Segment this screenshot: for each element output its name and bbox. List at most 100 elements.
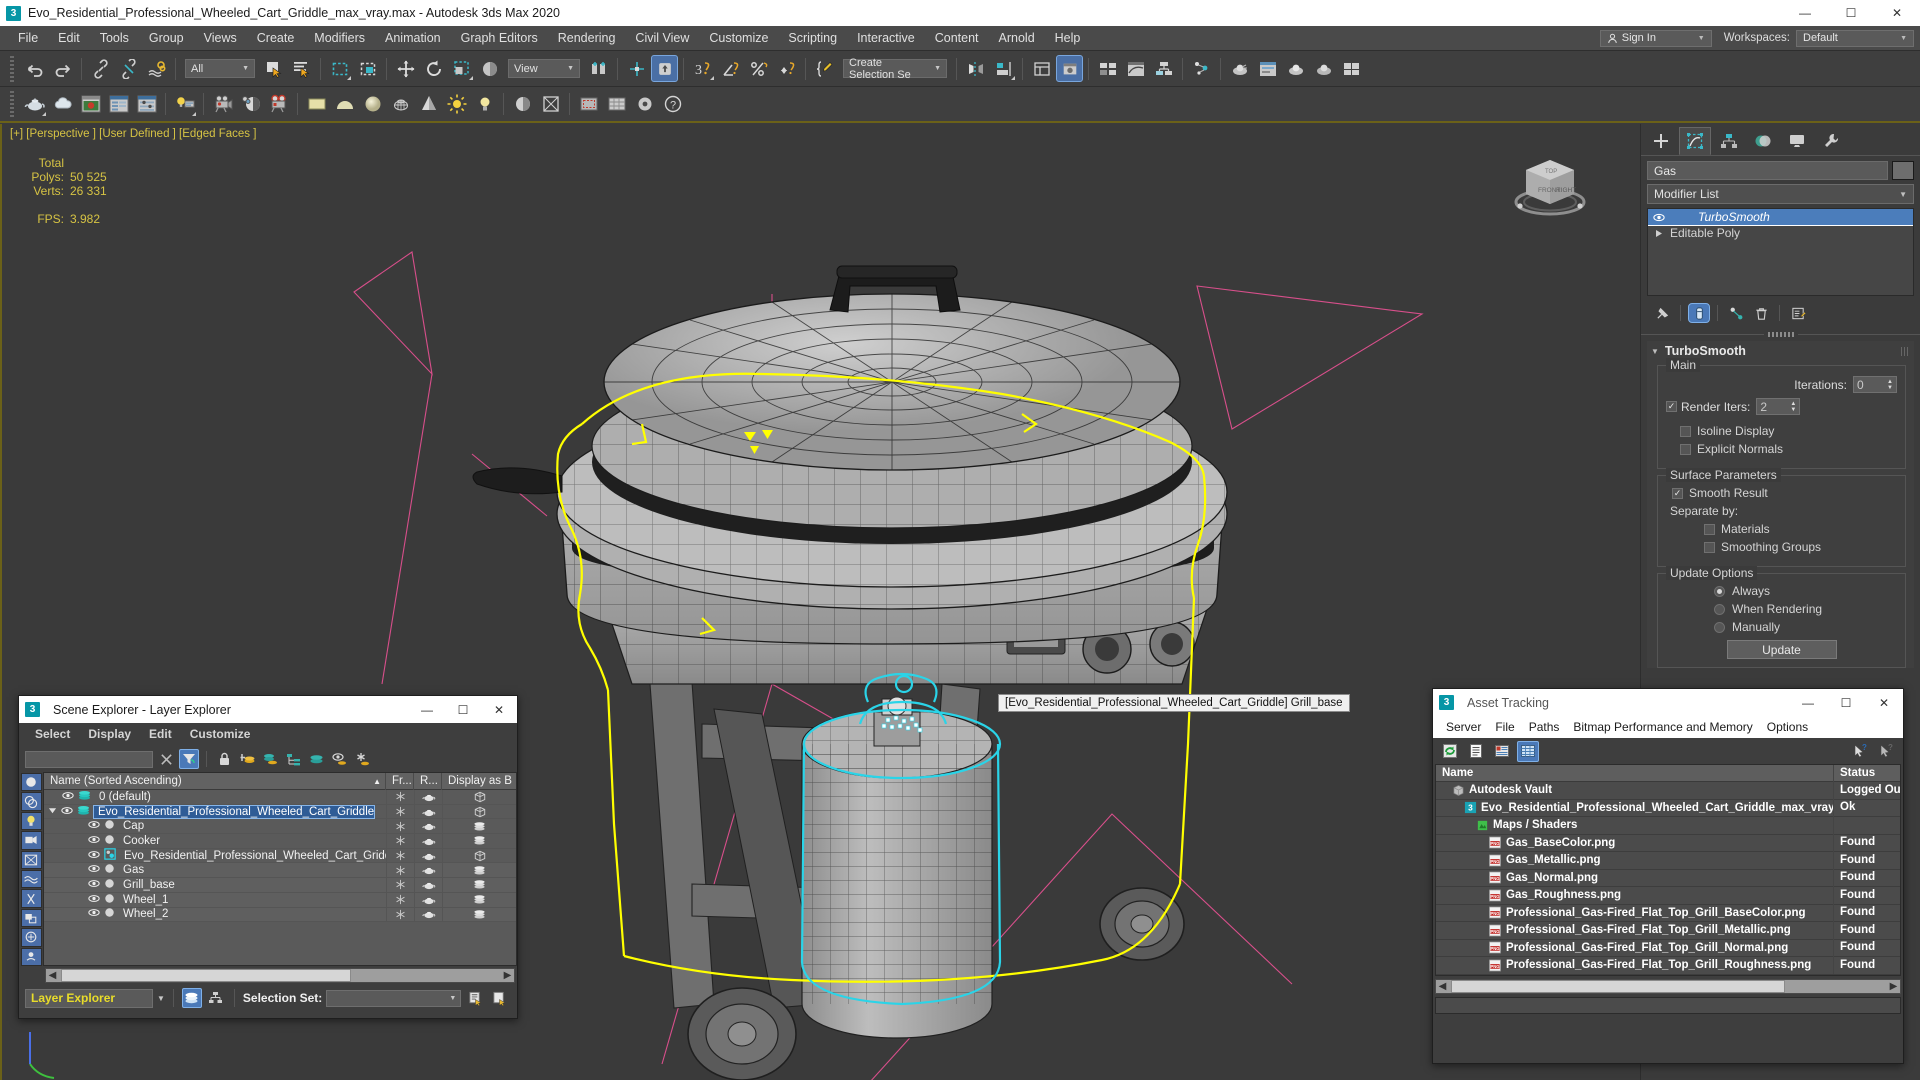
visibility-eye-icon[interactable] xyxy=(88,908,100,920)
search-input[interactable] xyxy=(25,750,153,768)
visibility-eye-icon[interactable] xyxy=(88,894,100,906)
window-crossing-toggle-icon[interactable] xyxy=(354,55,381,82)
visibility-eye-icon[interactable] xyxy=(61,806,73,818)
scroll-left-arrow-icon[interactable]: ◀ xyxy=(46,970,59,981)
scene-explorer-row[interactable]: Wheel_2 xyxy=(44,907,516,923)
magnet-snap-icon[interactable] xyxy=(631,91,658,118)
asset-tracking-row[interactable]: PNG Professional_Gas-Fired_Flat_Top_Grill… xyxy=(1436,956,1900,975)
se-menu-display[interactable]: Display xyxy=(80,723,139,746)
helpers-filter-icon[interactable] xyxy=(20,850,42,870)
environment-icon[interactable] xyxy=(237,91,264,118)
bind-to-space-warp-icon[interactable] xyxy=(143,55,170,82)
scroll-left-arrow-icon[interactable]: ◀ xyxy=(1436,981,1449,992)
scene-explorer-row[interactable]: Gas xyxy=(44,862,516,879)
scene-explorer-row[interactable]: Cap xyxy=(44,818,516,835)
modifier-stack[interactable]: TurboSmooth Editable Poly xyxy=(1647,208,1914,296)
menu-item-tools[interactable]: Tools xyxy=(90,26,139,51)
scene-explorer-row[interactable]: Evo_Residential_Professional_Wheeled_Car… xyxy=(44,848,516,864)
menu-item-graph-editors[interactable]: Graph Editors xyxy=(451,26,548,51)
menu-item-content[interactable]: Content xyxy=(925,26,989,51)
asset-tracking-row[interactable]: PNG Gas_Normal.png Found xyxy=(1436,869,1900,887)
display-tab[interactable] xyxy=(1781,127,1813,155)
materials-checkbox[interactable] xyxy=(1704,523,1715,535)
selection-filter-combo[interactable]: All ▼ xyxy=(185,59,255,78)
shapes-filter-icon[interactable] xyxy=(20,792,42,811)
scene-explorer-row[interactable]: Cooker xyxy=(44,833,516,849)
lock-icon[interactable] xyxy=(214,749,234,769)
freeze-toggle-icon[interactable] xyxy=(386,833,414,849)
geometry-filter-icon[interactable] xyxy=(20,773,42,792)
column-freeze-header[interactable]: Fr... xyxy=(386,773,414,790)
manually-radio[interactable] xyxy=(1714,621,1725,633)
material-editor-icon[interactable] xyxy=(1226,55,1253,82)
collapse-triangle-icon[interactable] xyxy=(48,806,57,818)
unlink-selection-icon[interactable] xyxy=(115,55,142,82)
scene-explorer-window[interactable]: 3 Scene Explorer - Layer Explorer — ☐ ✕ … xyxy=(18,695,518,1019)
isoline-display-row[interactable]: Isoline Display xyxy=(1666,424,1897,438)
renderable-toggle-icon[interactable] xyxy=(414,877,442,893)
maximize-button[interactable]: ☐ xyxy=(445,697,481,723)
close-button[interactable]: ✕ xyxy=(481,697,517,723)
display-as-box-toggle-icon[interactable] xyxy=(442,907,516,922)
clear-search-icon[interactable] xyxy=(156,749,176,769)
asset-tracking-grid[interactable]: Name Status Autodesk Vault Logged Ou 3 Evo_… xyxy=(1435,764,1901,976)
menu-item-help[interactable]: Help xyxy=(1045,26,1091,51)
scene-explorer-row[interactable]: Evo_Residential_Professional_Wheeled_Car… xyxy=(44,804,516,820)
details-view-icon[interactable] xyxy=(1491,741,1513,762)
percent-snap-toggle-icon[interactable] xyxy=(745,55,772,82)
spinner-arrows-icon[interactable]: ▲ ▼ xyxy=(1790,401,1796,413)
cone-primitive-icon[interactable] xyxy=(415,91,442,118)
remove-modifier-icon[interactable] xyxy=(1750,303,1772,323)
sun-light-icon[interactable] xyxy=(443,91,470,118)
named-selection-set-combo[interactable]: Create Selection Se ▼ xyxy=(843,57,947,81)
freeze-toggle-icon[interactable] xyxy=(386,818,414,834)
select-by-name-icon[interactable] xyxy=(288,55,315,82)
se-menu-customize[interactable]: Customize xyxy=(182,723,259,746)
cameras-filter-icon[interactable] xyxy=(20,831,42,850)
asset-tracking-row[interactable]: PNG Professional_Gas-Fired_Flat_Top_Grill… xyxy=(1436,921,1900,940)
pin-stack-icon[interactable] xyxy=(1651,303,1673,323)
display-as-box-toggle-icon[interactable] xyxy=(442,818,516,834)
panel-divider[interactable] xyxy=(1641,329,1920,339)
render-iters-checkbox[interactable]: ✓ xyxy=(1666,401,1677,412)
when-rendering-radio-row[interactable]: When Rendering xyxy=(1666,602,1897,616)
column-name-header[interactable]: Name xyxy=(1436,764,1834,782)
at-menu-server[interactable]: Server xyxy=(1439,716,1488,738)
scene-explorer-list[interactable]: Name (Sorted Ascending) ▲ Fr... R... Dis… xyxy=(43,772,517,966)
render-frame-window-icon[interactable] xyxy=(77,91,104,118)
visibility-eye-icon[interactable] xyxy=(88,864,100,876)
asset-tracking-row[interactable]: PNG Professional_Gas-Fired_Flat_Top_Grill… xyxy=(1436,939,1900,957)
renderable-toggle-icon[interactable] xyxy=(414,862,442,878)
filter-icon[interactable] xyxy=(179,749,199,769)
asset-tracking-row[interactable]: PNG Professional_Gas-Fired_Flat_Top_Grill… xyxy=(1436,904,1900,922)
render-in-cloud-icon[interactable] xyxy=(1338,55,1365,82)
explicit-normals-row[interactable]: Explicit Normals xyxy=(1666,442,1897,456)
visibility-eye-icon[interactable] xyxy=(88,879,100,891)
always-radio[interactable] xyxy=(1714,585,1725,597)
asset-tracking-row[interactable]: PNG Gas_Metallic.png Found xyxy=(1436,851,1900,870)
asset-tracking-row[interactable]: 3 Evo_Residential_Professional_Wheeled_Ca… xyxy=(1436,799,1900,817)
spinner-arrows-icon[interactable]: ▲ ▼ xyxy=(1887,379,1893,391)
helper-object-icon[interactable] xyxy=(509,91,536,118)
menu-item-modifiers[interactable]: Modifiers xyxy=(304,26,375,51)
snaps-toggle-icon[interactable] xyxy=(651,55,678,82)
grid-helper-icon[interactable] xyxy=(603,91,630,118)
menu-item-edit[interactable]: Edit xyxy=(48,26,90,51)
teapot-wireframe-icon[interactable] xyxy=(387,91,414,118)
menu-item-file[interactable]: File xyxy=(8,26,48,51)
renderable-toggle-icon[interactable] xyxy=(414,892,442,907)
renderable-toggle-icon[interactable] xyxy=(414,833,442,849)
minimize-button[interactable]: — xyxy=(409,697,445,723)
modify-tab[interactable] xyxy=(1679,127,1711,155)
scene-explorer-row[interactable]: Grill_base xyxy=(44,877,516,893)
freeze-toggle-icon[interactable] xyxy=(386,862,414,878)
object-name-field[interactable]: Gas xyxy=(1647,161,1888,180)
at-menu-file[interactable]: File xyxy=(1488,716,1521,738)
grid-view-icon[interactable] xyxy=(1517,740,1539,762)
always-radio-row[interactable]: Always xyxy=(1666,584,1897,598)
renderable-toggle-icon[interactable] xyxy=(414,804,442,819)
scene-explorer-icon[interactable] xyxy=(1056,55,1083,82)
selection-set-combo[interactable]: ▼ xyxy=(326,989,462,1007)
render-production-icon[interactable] xyxy=(1310,55,1337,82)
create-selection-set-icon[interactable] xyxy=(465,988,485,1008)
